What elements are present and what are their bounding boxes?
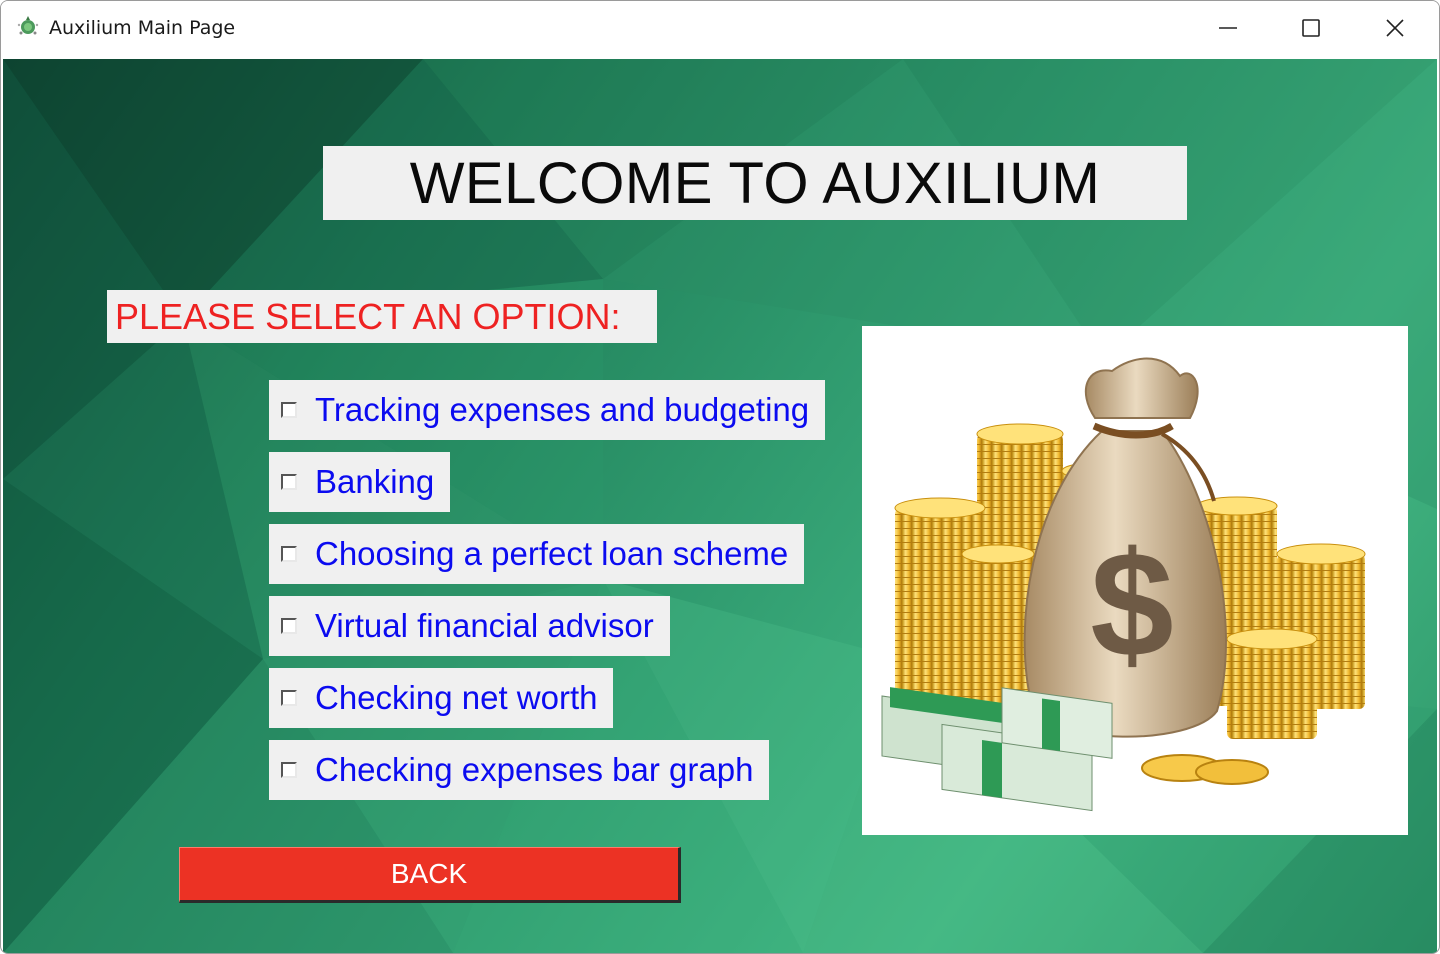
window-title: Auxilium Main Page [49,17,236,39]
app-window: Auxilium Main Page WELCOME TO AUXILIUM P… [0,0,1440,954]
title-bar[interactable]: Auxilium Main Page [1,1,1439,58]
checkbox[interactable] [281,402,297,418]
option-label: Virtual financial advisor [315,607,654,644]
option-label: Checking expenses bar graph [315,751,754,788]
checkbox[interactable] [281,762,297,778]
checkbox[interactable] [281,546,297,562]
option-banking[interactable]: Banking [269,452,451,512]
checkbox[interactable] [281,690,297,706]
option-net-worth[interactable]: Checking net worth [269,668,614,728]
select-option-label: PLEASE SELECT AN OPTION: [115,296,621,337]
main-panel: WELCOME TO AUXILIUM PLEASE SELECT AN OPT… [3,59,1437,953]
select-option-label-box: PLEASE SELECT AN OPTION: [107,290,657,343]
money-illustration-panel: $ [862,326,1408,835]
minimize-button[interactable] [1186,1,1270,55]
maximize-icon [1302,19,1320,37]
option-expenses-bar-graph[interactable]: Checking expenses bar graph [269,740,770,800]
dollar-sign: $ [1090,520,1173,688]
welcome-banner: WELCOME TO AUXILIUM [323,146,1187,220]
option-label: Choosing a perfect loan scheme [315,535,789,572]
option-label: Banking [315,463,435,500]
maximize-button[interactable] [1269,1,1353,55]
option-label: Tracking expenses and budgeting [315,391,810,428]
money-bag-icon: $ [881,357,1366,812]
back-button[interactable]: BACK [179,847,681,903]
close-icon [1386,19,1404,37]
close-button[interactable] [1353,1,1437,55]
checkbox[interactable] [281,474,297,490]
option-loan-scheme[interactable]: Choosing a perfect loan scheme [269,524,805,584]
option-financial-advisor[interactable]: Virtual financial advisor [269,596,670,656]
option-label: Checking net worth [315,679,598,716]
option-tracking-expenses[interactable]: Tracking expenses and budgeting [269,380,826,440]
minimize-icon [1219,27,1237,29]
checkbox[interactable] [281,618,297,634]
welcome-title: WELCOME TO AUXILIUM [409,150,1101,216]
back-button-label: BACK [390,858,468,889]
app-icon [17,16,39,35]
